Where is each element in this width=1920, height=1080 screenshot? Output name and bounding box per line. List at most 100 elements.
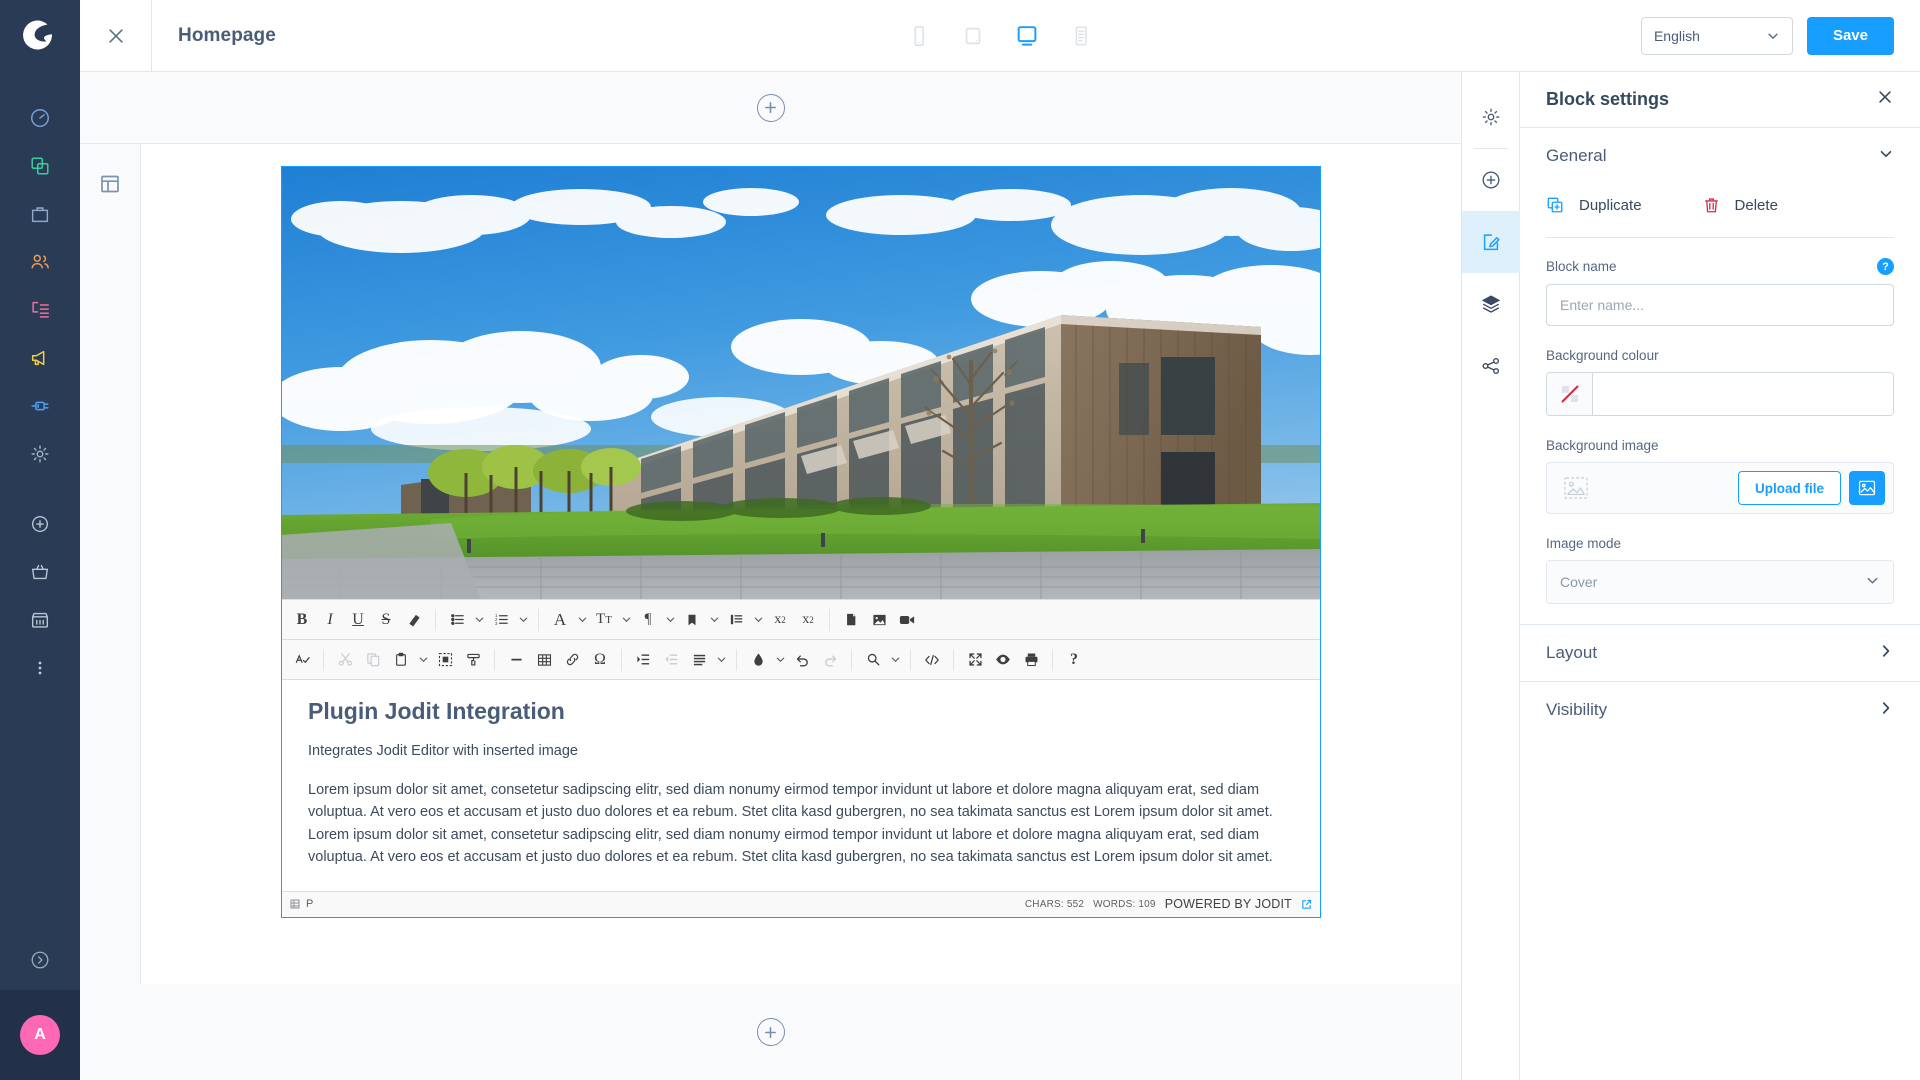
cms-block-selected[interactable]: B I U S 1 2 3 A T T ¶ x 2 x 2 Ω ? Plugin…	[281, 166, 1321, 918]
superscript-button[interactable]: x2	[766, 605, 794, 635]
image-mode-select[interactable]: Cover	[1546, 560, 1894, 604]
insert-video-icon[interactable]	[893, 605, 921, 635]
italic-button[interactable]: I	[316, 605, 344, 635]
sidebar-item-marketing[interactable]	[0, 334, 80, 382]
sidebar-item-basket[interactable]	[0, 548, 80, 596]
insert-table-icon[interactable]	[530, 645, 558, 675]
chevron-down-icon[interactable]	[1878, 146, 1894, 167]
font-family-chevron-down-icon[interactable]	[574, 605, 590, 635]
section-layout-header[interactable]: Layout	[1520, 625, 1920, 681]
text-color-droplet-icon[interactable]	[744, 645, 772, 675]
font-size-icon[interactable]: TT	[590, 605, 618, 635]
avatar[interactable]: A	[20, 1015, 60, 1055]
copy-icon[interactable]	[359, 645, 387, 675]
rail-block-settings-icon[interactable]	[1461, 211, 1520, 273]
font-family-icon[interactable]: A	[546, 605, 574, 635]
preview-eye-icon[interactable]	[989, 645, 1017, 675]
chevron-right-icon[interactable]	[1878, 700, 1894, 721]
rail-page-settings-icon[interactable]	[1462, 86, 1520, 148]
close-icon[interactable]	[80, 0, 152, 72]
jodit-content-area[interactable]: Plugin Jodit Integration Integrates Jodi…	[282, 680, 1320, 891]
redo-icon[interactable]	[816, 645, 844, 675]
help-icon[interactable]: ?	[1877, 258, 1894, 275]
powered-by-jodit-label[interactable]: POWERED BY JODIT	[1165, 897, 1292, 911]
chevron-right-icon[interactable]	[1878, 643, 1894, 664]
spellcheck-icon[interactable]	[288, 645, 316, 675]
classes-chevron-down-icon[interactable]	[706, 605, 722, 635]
sidebar-item-settings[interactable]	[0, 430, 80, 478]
close-panel-icon[interactable]	[1876, 88, 1894, 111]
device-form-icon[interactable]	[1064, 19, 1098, 53]
chevron-down-icon[interactable]	[1865, 573, 1880, 591]
status-path[interactable]: P	[306, 898, 313, 910]
language-select[interactable]: English	[1640, 16, 1793, 55]
paste-icon[interactable]	[387, 645, 415, 675]
background-colour-input[interactable]	[1593, 373, 1893, 415]
undo-icon[interactable]	[788, 645, 816, 675]
line-height-icon[interactable]	[722, 605, 750, 635]
eraser-icon[interactable]	[400, 605, 428, 635]
sidebar-item-customers[interactable]	[0, 238, 80, 286]
delete-button[interactable]: Delete	[1702, 196, 1778, 215]
format-brush-icon[interactable]	[459, 645, 487, 675]
open-media-library-icon[interactable]	[1849, 471, 1885, 505]
sidebar-item-extensions[interactable]	[0, 382, 80, 430]
shopware-logo[interactable]	[0, 0, 80, 72]
unordered-list-chevron-down-icon[interactable]	[471, 605, 487, 635]
insert-image-icon[interactable]	[865, 605, 893, 635]
paragraph-icon[interactable]: ¶	[634, 605, 662, 635]
layout-panel-icon[interactable]	[98, 172, 122, 984]
cut-scissors-icon[interactable]	[331, 645, 359, 675]
rail-layers-icon[interactable]	[1462, 273, 1520, 335]
sidebar-item-add[interactable]	[0, 500, 80, 548]
select-all-icon[interactable]	[431, 645, 459, 675]
device-mobile-icon[interactable]	[902, 19, 936, 53]
classes-book-icon[interactable]	[678, 605, 706, 635]
ordered-list-icon[interactable]: 1 2 3	[487, 605, 515, 635]
sidebar-item-storefront[interactable]	[0, 596, 80, 644]
outdent-icon[interactable]	[657, 645, 685, 675]
insert-link-icon[interactable]	[558, 645, 586, 675]
device-desktop-icon[interactable]	[1010, 19, 1044, 53]
indent-icon[interactable]	[629, 645, 657, 675]
print-icon[interactable]	[1017, 645, 1045, 675]
bold-button[interactable]: B	[288, 605, 316, 635]
sidebar-item-catalogues[interactable]	[0, 142, 80, 190]
add-block-bottom-button[interactable]	[756, 1018, 785, 1046]
horizontal-rule-icon[interactable]	[502, 645, 530, 675]
device-tablet-icon[interactable]	[956, 19, 990, 53]
about-button[interactable]: ?	[1060, 645, 1088, 675]
section-visibility-header[interactable]: Visibility	[1520, 682, 1920, 738]
paragraph-chevron-down-icon[interactable]	[662, 605, 678, 635]
save-button[interactable]: Save	[1806, 16, 1894, 55]
sidebar-item-dashboard[interactable]	[0, 94, 80, 142]
paste-chevron-down-icon[interactable]	[415, 645, 431, 675]
align-icon[interactable]	[685, 645, 713, 675]
sidebar-item-orders[interactable]	[0, 190, 80, 238]
align-chevron-down-icon[interactable]	[713, 645, 729, 675]
expand-sidebar-icon[interactable]	[0, 930, 80, 990]
underline-button[interactable]: U	[344, 605, 372, 635]
fullscreen-icon[interactable]	[961, 645, 989, 675]
search-icon[interactable]	[859, 645, 887, 675]
font-size-chevron-down-icon[interactable]	[618, 605, 634, 635]
sidebar-item-content[interactable]	[0, 286, 80, 334]
upload-file-button[interactable]: Upload file	[1737, 471, 1841, 505]
section-general-header[interactable]: General	[1520, 128, 1920, 184]
special-character-icon[interactable]: Ω	[586, 645, 614, 675]
sidebar-item-more[interactable]	[0, 644, 80, 692]
background-colour-field[interactable]	[1546, 372, 1894, 416]
rail-add-section-icon[interactable]	[1462, 149, 1520, 211]
ordered-list-chevron-down-icon[interactable]	[515, 605, 531, 635]
unordered-list-icon[interactable]	[443, 605, 471, 635]
block-name-input[interactable]	[1546, 284, 1894, 326]
line-height-chevron-down-icon[interactable]	[750, 605, 766, 635]
rail-share-icon[interactable]	[1462, 335, 1520, 397]
source-code-icon[interactable]	[918, 645, 946, 675]
duplicate-button[interactable]: Duplicate	[1546, 196, 1642, 215]
strikethrough-button[interactable]: S	[372, 605, 400, 635]
colour-swatch-none-icon[interactable]	[1547, 373, 1593, 415]
insert-file-icon[interactable]	[837, 605, 865, 635]
search-chevron-down-icon[interactable]	[887, 645, 903, 675]
text-color-chevron-down-icon[interactable]	[772, 645, 788, 675]
